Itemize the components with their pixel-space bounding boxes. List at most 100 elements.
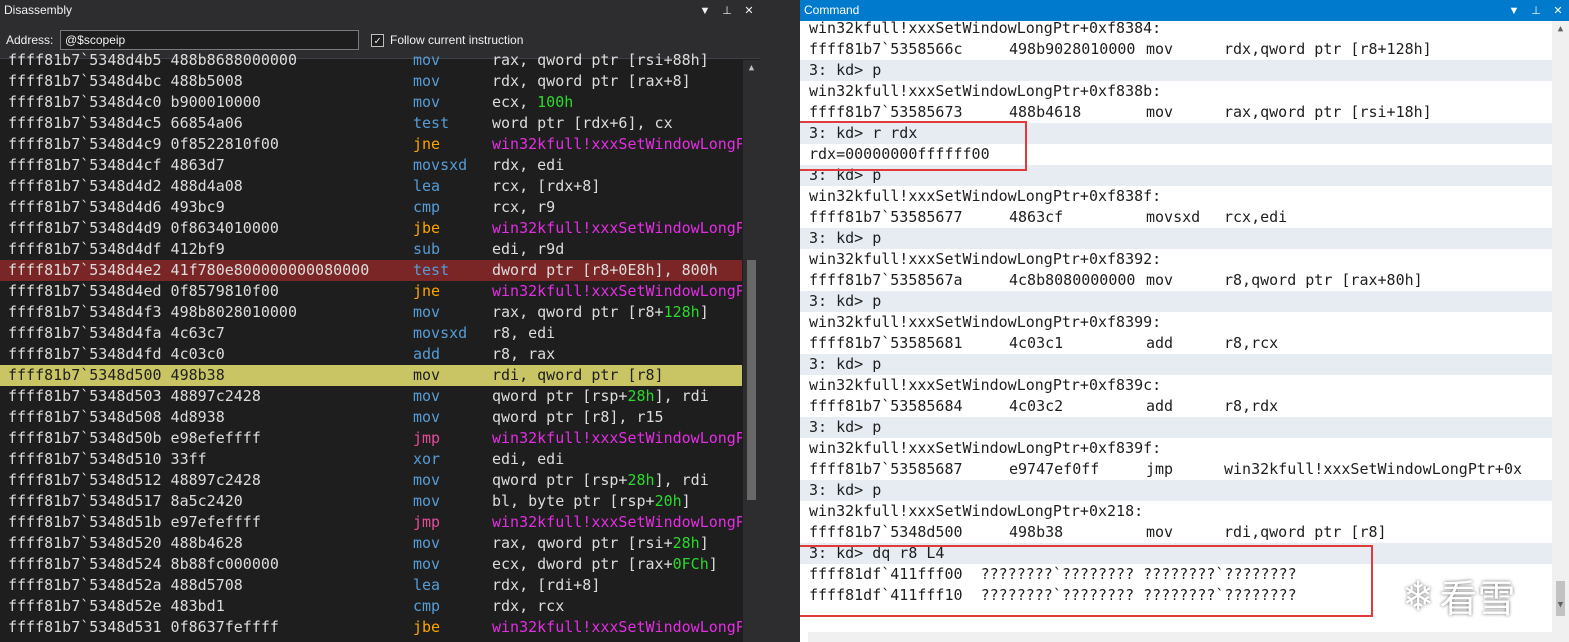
disassembly-row[interactable]: ffff81b7`5348d503 48897c2428 mov qword ptr… [0,386,742,407]
mnemonic: cmp [413,597,441,615]
command-output[interactable]: win32kfull!xxxSetWindowLongPtr+0xf8384: f… [800,18,1552,606]
selected-instruction-row[interactable]: ffff81b7`5348d500 498b38 mov rdi, qword pt… [0,365,742,386]
current-instruction-row[interactable]: ffff81b7`5348d4e2 41f780e800000000080000… [0,260,742,281]
operands: r8,rcx [1224,334,1279,352]
address-bytes: ffff81b7`5348d517 8a5c2420 [8,492,243,510]
symbol-operand[interactable]: win32kfull!xxxSetWindowLongPtr [492,135,742,153]
operand-text: ] [708,555,718,573]
disassembly-row[interactable]: ffff81b7`5348d512 48897c2428 mov qword ptr… [0,470,742,491]
disassembly-title: Disassembly [4,3,73,17]
scroll-down-icon[interactable]: ▼ [1552,597,1569,613]
address-bytes: ffff81b7`5348d503 48897c2428 [8,387,261,405]
disassembly-row[interactable]: ffff81b7`5348d4b5 488b8688000000 mov rax, … [0,50,742,71]
snowflake-icon: ❄ [1405,569,1432,621]
symbol-operand[interactable]: win32kfull!xxxSetWindowLongPtr [492,513,742,531]
disassembly-row[interactable]: ffff81b7`5348d4f3 498b8028010000 mov rax, … [0,302,742,323]
disassembly-row[interactable]: ffff81b7`5348d50b e98efeffff jmp win32kful… [0,428,742,449]
disassembly-row[interactable]: ffff81b7`5348d4cf 4863d7 movsxd rdx, edi [0,155,742,176]
disassembly-row[interactable]: ffff81b7`5348d51b e97efeffff jmp win32kful… [0,512,742,533]
disassembly-scrollbar[interactable]: ▲ [743,60,760,642]
command-output-line: win32kfull!xxxSetWindowLongPtr+0xf8384: [800,18,1552,39]
disassembly-row[interactable]: ffff81b7`5348d4c9 0f8522810f00 jne win32kf… [0,134,742,155]
operands: r8,rdx [1224,397,1279,415]
disassembly-row[interactable]: ffff81b7`5348d531 0f8637feffff jbe win32kf… [0,617,742,638]
disassembly-row[interactable]: ffff81b7`5348d4ed 0f8579810f00 jne win32kf… [0,281,742,302]
address-bytes: ffff81b7`5348d52e 483bd1 [8,597,225,615]
disassembly-row[interactable]: ffff81b7`5348d4c0 b900010000 mov ecx, 100h [0,92,742,113]
operands: word ptr [rdx+6], cx [492,113,673,134]
scroll-up-icon[interactable]: ▲ [743,60,760,76]
mnemonic: mov [413,471,441,489]
address-bytes: ffff81b7`5348d512 48897c2428 [8,471,261,489]
pin-icon[interactable]: ⊥ [1529,4,1543,18]
disassembly-row[interactable]: ffff81b7`5348d4d2 488d4a08 lea rcx, [rdx+8… [0,176,742,197]
line-text: 3: kd> p [809,481,882,499]
disassembly-row[interactable]: ffff81b7`5348d4bc 488b5008 mov rdx, qword … [0,71,742,92]
address-bytes: ffff81b7`5348d531 0f8637feffff [8,618,279,636]
operands: qword ptr [r8], r15 [492,407,664,428]
operands: win32kfull!xxxSetWindowLongPtr [492,428,742,449]
command-output-line: ffff81b7`53585681 4c03c1 add r8,rcx [800,333,1552,354]
disassembly-row[interactable]: ffff81b7`5348d4c5 66854a06 test word ptr [… [0,113,742,134]
follow-current-instruction-checkbox[interactable]: ✓ [371,34,384,47]
symbol-operand[interactable]: win32kfull!xxxSetWindowLongPtr [492,219,742,237]
disassembly-row[interactable]: ffff81b7`5348d52e 483bd1 cmp rdx, rcx [0,596,742,617]
mnemonic: cmp [413,198,441,216]
scroll-up-icon[interactable]: ▲ [1552,21,1569,37]
disassembly-row[interactable]: ffff81b7`5348d520 488b4628 mov rax, qword … [0,533,742,554]
operands: rcx, r9 [492,197,555,218]
disassembly-row[interactable]: ffff81b7`5348d4d9 0f8634010000 jbe win32kf… [0,218,742,239]
disassembly-row[interactable]: ffff81b7`5348d4fd 4c03c0 add r8, rax [0,344,742,365]
operands: rdi, qword ptr [r8] [492,365,664,386]
scrollbar-thumb[interactable] [747,260,756,500]
address-input[interactable]: @$scopeip [60,30,359,50]
dropdown-icon[interactable]: ▼ [698,4,712,18]
close-icon[interactable]: ✕ [742,4,756,18]
operands: rax, qword ptr [rsi+28h] [492,533,709,554]
disassembly-row[interactable]: ffff81b7`5348d4fa 4c63c7 movsxd r8, edi [0,323,742,344]
command-output-line: ffff81b7`53585673 488b4618 mov rax,qword pt… [800,102,1552,123]
pane-splitter[interactable] [760,0,800,642]
immediate-value: 128h [663,303,700,321]
operand-text: r8, edi [492,324,556,342]
disassembly-row[interactable]: ffff81b7`5348d52a 488d5708 lea rdx, [rdi+8… [0,575,742,596]
mnemonic: test [413,261,450,279]
disassembly-row[interactable]: ffff81b7`5348d510 33ff xor edi, edi [0,449,742,470]
operand-text: r8, rax [492,345,556,363]
mnemonic: test [413,114,450,132]
pin-icon[interactable]: ⊥ [720,4,734,18]
disassembly-row[interactable]: ffff81b7`5348d524 8b88fc000000 mov ecx, dw… [0,554,742,575]
symbol-operand[interactable]: win32kfull!xxxSetWindowLongPtr [492,618,742,636]
close-icon[interactable]: ✕ [1551,4,1565,18]
disassembly-row[interactable]: ffff81b7`5348d508 4d8938 mov qword ptr [r8… [0,407,742,428]
command-output-line: ffff81b7`53585677 4863cf movsxd rcx,edi [800,207,1552,228]
symbol-operand[interactable]: win32kfull!xxxSetWindowLongPtr [492,282,742,300]
mnemonic: movsxd [413,156,468,174]
address-bytes: ffff81b7`5348d4c9 0f8522810f00 [8,135,279,153]
command-output-line: ffff81b7`5358567a 4c8b8080000000 mov r8,qwo… [800,270,1552,291]
operands: r8, rax [492,344,555,365]
dropdown-icon[interactable]: ▼ [1507,4,1521,18]
address-bytes: ffff81b7`5348d4d2 488d4a08 [8,177,243,195]
address-bytes: ffff81b7`5348d508 4d8938 [8,408,225,426]
address-bytes: ffff81b7`5348d4d9 0f8634010000 [8,219,279,237]
operand-text: rcx, [rdx+8] [492,177,601,195]
operands: edi, r9d [492,239,564,260]
address-bytes: ffff81b7`5348d4e2 41f780e800000000080000 [8,261,370,279]
disassembly-row[interactable]: ffff81b7`5348d4d6 493bc9 cmp rcx, r9 [0,197,742,218]
command-output-line: win32kfull!xxxSetWindowLongPtr+0xf839f: [800,438,1552,459]
disassembly-row[interactable]: ffff81b7`5348d517 8a5c2420 mov bl, byte pt… [0,491,742,512]
disassembly-listing[interactable]: ffff81b7`5348d4b5 488b8688000000 mov rax, … [0,50,742,638]
highlight-box-dq-r8 [800,545,1373,617]
mnemonic: movsxd [413,324,468,342]
disassembly-row[interactable]: ffff81b7`5348d4df 412bf9 sub edi, r9d [0,239,742,260]
mnemonic: lea [413,177,441,195]
operand-text: qword ptr [rsp+ [492,471,628,489]
symbol-operand[interactable]: win32kfull!xxxSetWindowLongPtr [492,429,742,447]
mnemonic: mov [1146,523,1174,541]
command-hscrollbar[interactable] [808,632,1552,642]
command-scrollbar[interactable]: ▲ ▼ [1552,21,1569,642]
operand-text: rdx, edi [492,156,565,174]
highlight-box-r-rdx [800,121,1027,171]
instruction-bytes: 498b38 [1009,523,1064,541]
